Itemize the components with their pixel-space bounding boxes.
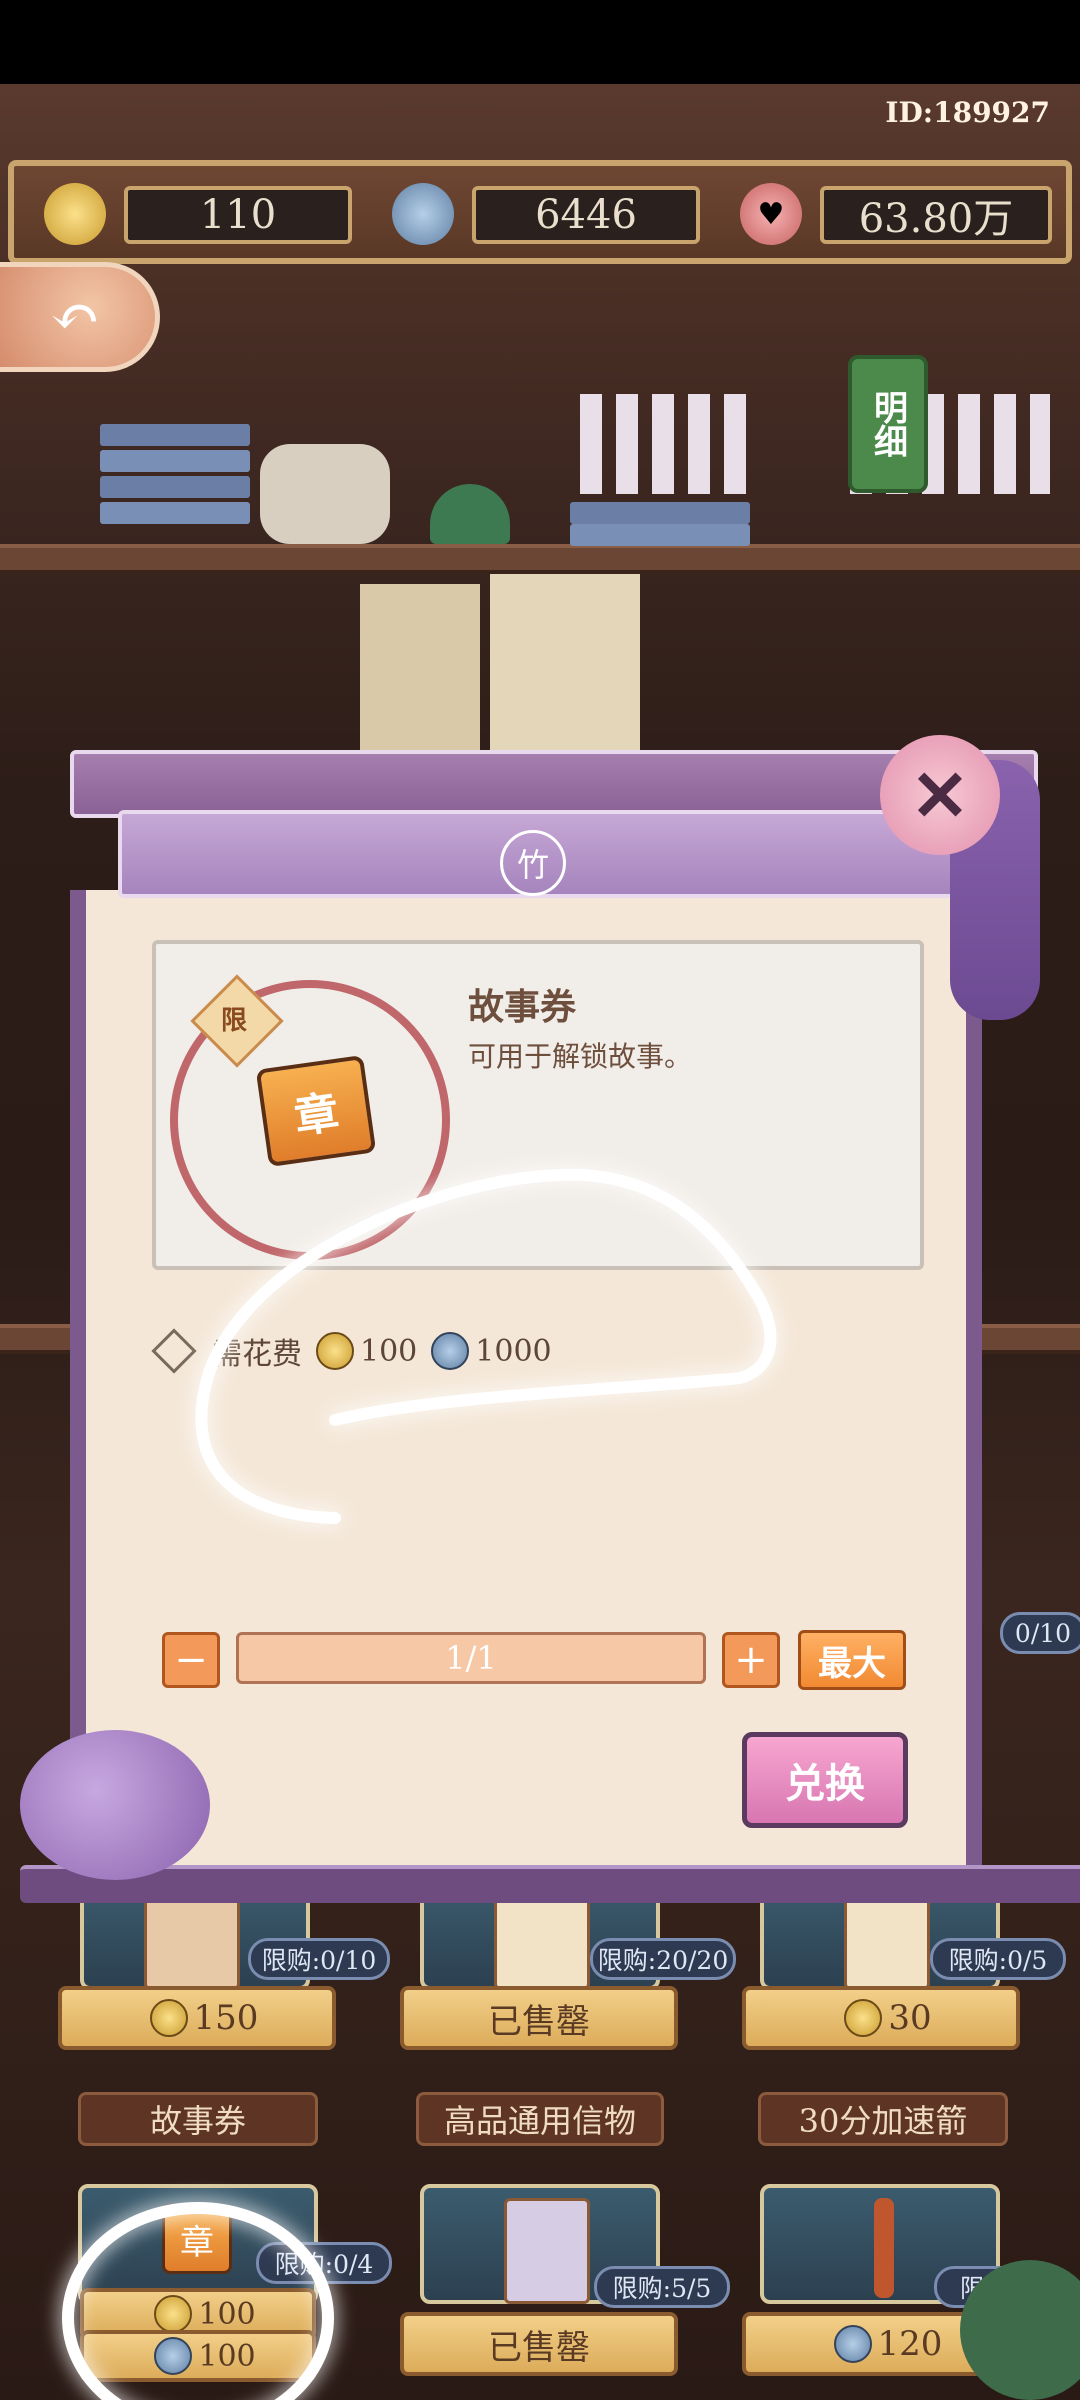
item-title: 故事券 bbox=[468, 986, 577, 1028]
hanging-tags bbox=[580, 394, 760, 494]
price-button[interactable]: 30 bbox=[742, 1986, 1020, 2050]
close-icon: ✕ bbox=[910, 753, 970, 837]
exchange-modal: 竹 bbox=[20, 750, 1080, 1903]
status-bar bbox=[0, 0, 1080, 84]
quantity-field[interactable]: 1/1 bbox=[236, 1632, 706, 1684]
detail-tag-button[interactable]: 明细 bbox=[848, 355, 928, 493]
price-value: 30 bbox=[888, 1998, 932, 2038]
jade-coin-icon bbox=[154, 2295, 193, 2333]
heart-icon: ♥ bbox=[740, 183, 802, 245]
item-name: 30分加速箭 bbox=[758, 2092, 1008, 2146]
modal-footer bbox=[20, 1865, 1080, 1903]
item-name: 高品通用信物 bbox=[416, 2092, 664, 2146]
cost-gold-value: 100 bbox=[360, 1333, 418, 1369]
price-value: 已售罄 bbox=[488, 2327, 590, 2368]
token-icon bbox=[504, 2198, 590, 2304]
limit-badge: 0/10 bbox=[1000, 1612, 1080, 1654]
limited-badge-label: 限 bbox=[220, 1006, 247, 1036]
close-button[interactable]: ✕ bbox=[880, 735, 1000, 855]
limit-badge: 限购:0/10 bbox=[248, 1938, 390, 1980]
jade-coin-icon bbox=[844, 1999, 883, 2037]
jade-coin-amount: 110 bbox=[124, 186, 352, 244]
jade-coin-icon bbox=[44, 183, 106, 245]
wall-paper bbox=[360, 584, 480, 754]
jade-coin-icon bbox=[149, 1999, 188, 2037]
limit-badge: 限购:20/20 bbox=[590, 1938, 736, 1980]
item-name: 故事券 bbox=[78, 2092, 318, 2146]
exchange-button[interactable]: 兑换 bbox=[742, 1732, 908, 1828]
copper-coin-amount: 6446 bbox=[472, 186, 700, 244]
book-stack bbox=[570, 502, 750, 524]
limit-badge: 限购:0/5 bbox=[930, 1938, 1066, 1980]
story-ticket-icon: 章 bbox=[162, 2204, 232, 2274]
copper-coin-icon bbox=[431, 1332, 470, 1370]
book-stack bbox=[100, 450, 250, 472]
shelf bbox=[0, 544, 1080, 574]
price-value: 120 bbox=[877, 2324, 943, 2364]
sold-out-label: 已售罄 bbox=[400, 1986, 678, 2050]
back-button[interactable]: ↶ bbox=[0, 262, 160, 372]
book-stack bbox=[570, 524, 750, 546]
jade-coin-icon bbox=[316, 1332, 354, 1370]
cost-row: 需花费 100 1000 bbox=[151, 1326, 552, 1376]
copper-coin-icon bbox=[392, 183, 454, 245]
scroll-bundle bbox=[260, 444, 390, 544]
book-stack bbox=[100, 476, 250, 498]
story-ticket-icon: 章 bbox=[255, 1054, 377, 1168]
price-value: 100 bbox=[198, 2338, 256, 2374]
arrow-icon bbox=[874, 2198, 894, 2298]
item-description: 可用于解锁故事。 bbox=[468, 1040, 693, 1073]
copper-coin-icon bbox=[833, 2325, 872, 2363]
copper-coin-icon bbox=[154, 2337, 193, 2375]
price-button[interactable]: 150 bbox=[58, 1986, 336, 2050]
sold-out-label: 已售罄 bbox=[400, 2312, 678, 2376]
limit-badge: 限购:5/5 bbox=[594, 2266, 730, 2308]
back-arrow-icon: ↶ bbox=[49, 282, 101, 352]
quantity-plus-button[interactable]: + bbox=[722, 1632, 780, 1688]
price-button[interactable]: 100 bbox=[80, 2330, 316, 2382]
heart-amount: 63.80万 bbox=[820, 186, 1052, 244]
book-stack bbox=[100, 502, 250, 524]
book-stack bbox=[100, 424, 250, 446]
cost-blue-value: 1000 bbox=[475, 1333, 552, 1369]
diamond-icon bbox=[151, 1328, 197, 1374]
wall-paper bbox=[490, 574, 640, 774]
flower-decoration bbox=[20, 1730, 210, 1880]
green-dumplings bbox=[430, 484, 510, 544]
user-id: ID:189927 bbox=[885, 96, 1050, 129]
bamboo-emblem-icon: 竹 bbox=[500, 830, 566, 896]
limit-badge: 限购:0/4 bbox=[256, 2242, 392, 2284]
quantity-minus-button[interactable]: − bbox=[162, 1632, 220, 1688]
price-value: 150 bbox=[193, 1998, 259, 2038]
price-value: 100 bbox=[198, 2296, 256, 2332]
price-value: 已售罄 bbox=[488, 2001, 590, 2042]
cost-label: 需花费 bbox=[212, 1337, 302, 1372]
max-button[interactable]: 最大 bbox=[798, 1630, 906, 1690]
currency-bar: 110 6446 ♥ 63.80万 bbox=[8, 160, 1072, 264]
